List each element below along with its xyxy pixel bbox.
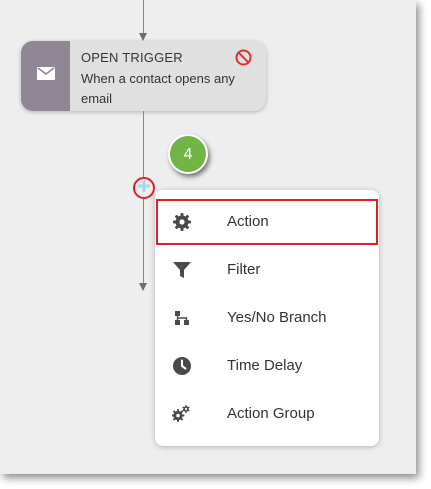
menu-item-time-delay[interactable]: Time Delay <box>155 342 379 390</box>
trigger-icon-panel <box>21 41 70 111</box>
menu-item-label: Action Group <box>227 405 315 422</box>
arrow-down-icon <box>139 283 147 291</box>
add-step-button[interactable] <box>133 177 155 199</box>
gear-icon <box>171 211 193 233</box>
prohibited-icon[interactable] <box>235 49 252 71</box>
menu-item-label: Action <box>227 213 269 230</box>
step-number-badge: 4 <box>168 134 208 174</box>
trigger-title: OPEN TRIGGER <box>81 50 183 65</box>
menu-item-action[interactable]: Action <box>155 198 379 246</box>
branch-icon <box>171 307 193 329</box>
menu-item-label: Yes/No Branch <box>227 309 327 326</box>
envelope-icon <box>36 67 55 85</box>
add-step-menu: Action Filter Yes/No Branch Time Delay A… <box>155 190 379 446</box>
plus-icon <box>138 179 150 197</box>
trigger-description: When a contact opens any email <box>81 71 235 106</box>
workflow-canvas: OPEN TRIGGER When a contact opens any em… <box>0 0 416 474</box>
menu-item-label: Filter <box>227 261 261 278</box>
open-trigger-card[interactable]: OPEN TRIGGER When a contact opens any em… <box>21 41 266 111</box>
gears-icon <box>171 403 193 425</box>
menu-item-action-group[interactable]: Action Group <box>155 390 379 438</box>
connector-line-top <box>143 0 144 34</box>
filter-icon <box>171 259 193 281</box>
arrow-down-icon <box>139 33 147 41</box>
clock-icon <box>171 355 193 377</box>
menu-item-label: Time Delay <box>227 357 303 374</box>
menu-item-yes-no-branch[interactable]: Yes/No Branch <box>155 294 379 342</box>
menu-item-filter[interactable]: Filter <box>155 246 379 294</box>
